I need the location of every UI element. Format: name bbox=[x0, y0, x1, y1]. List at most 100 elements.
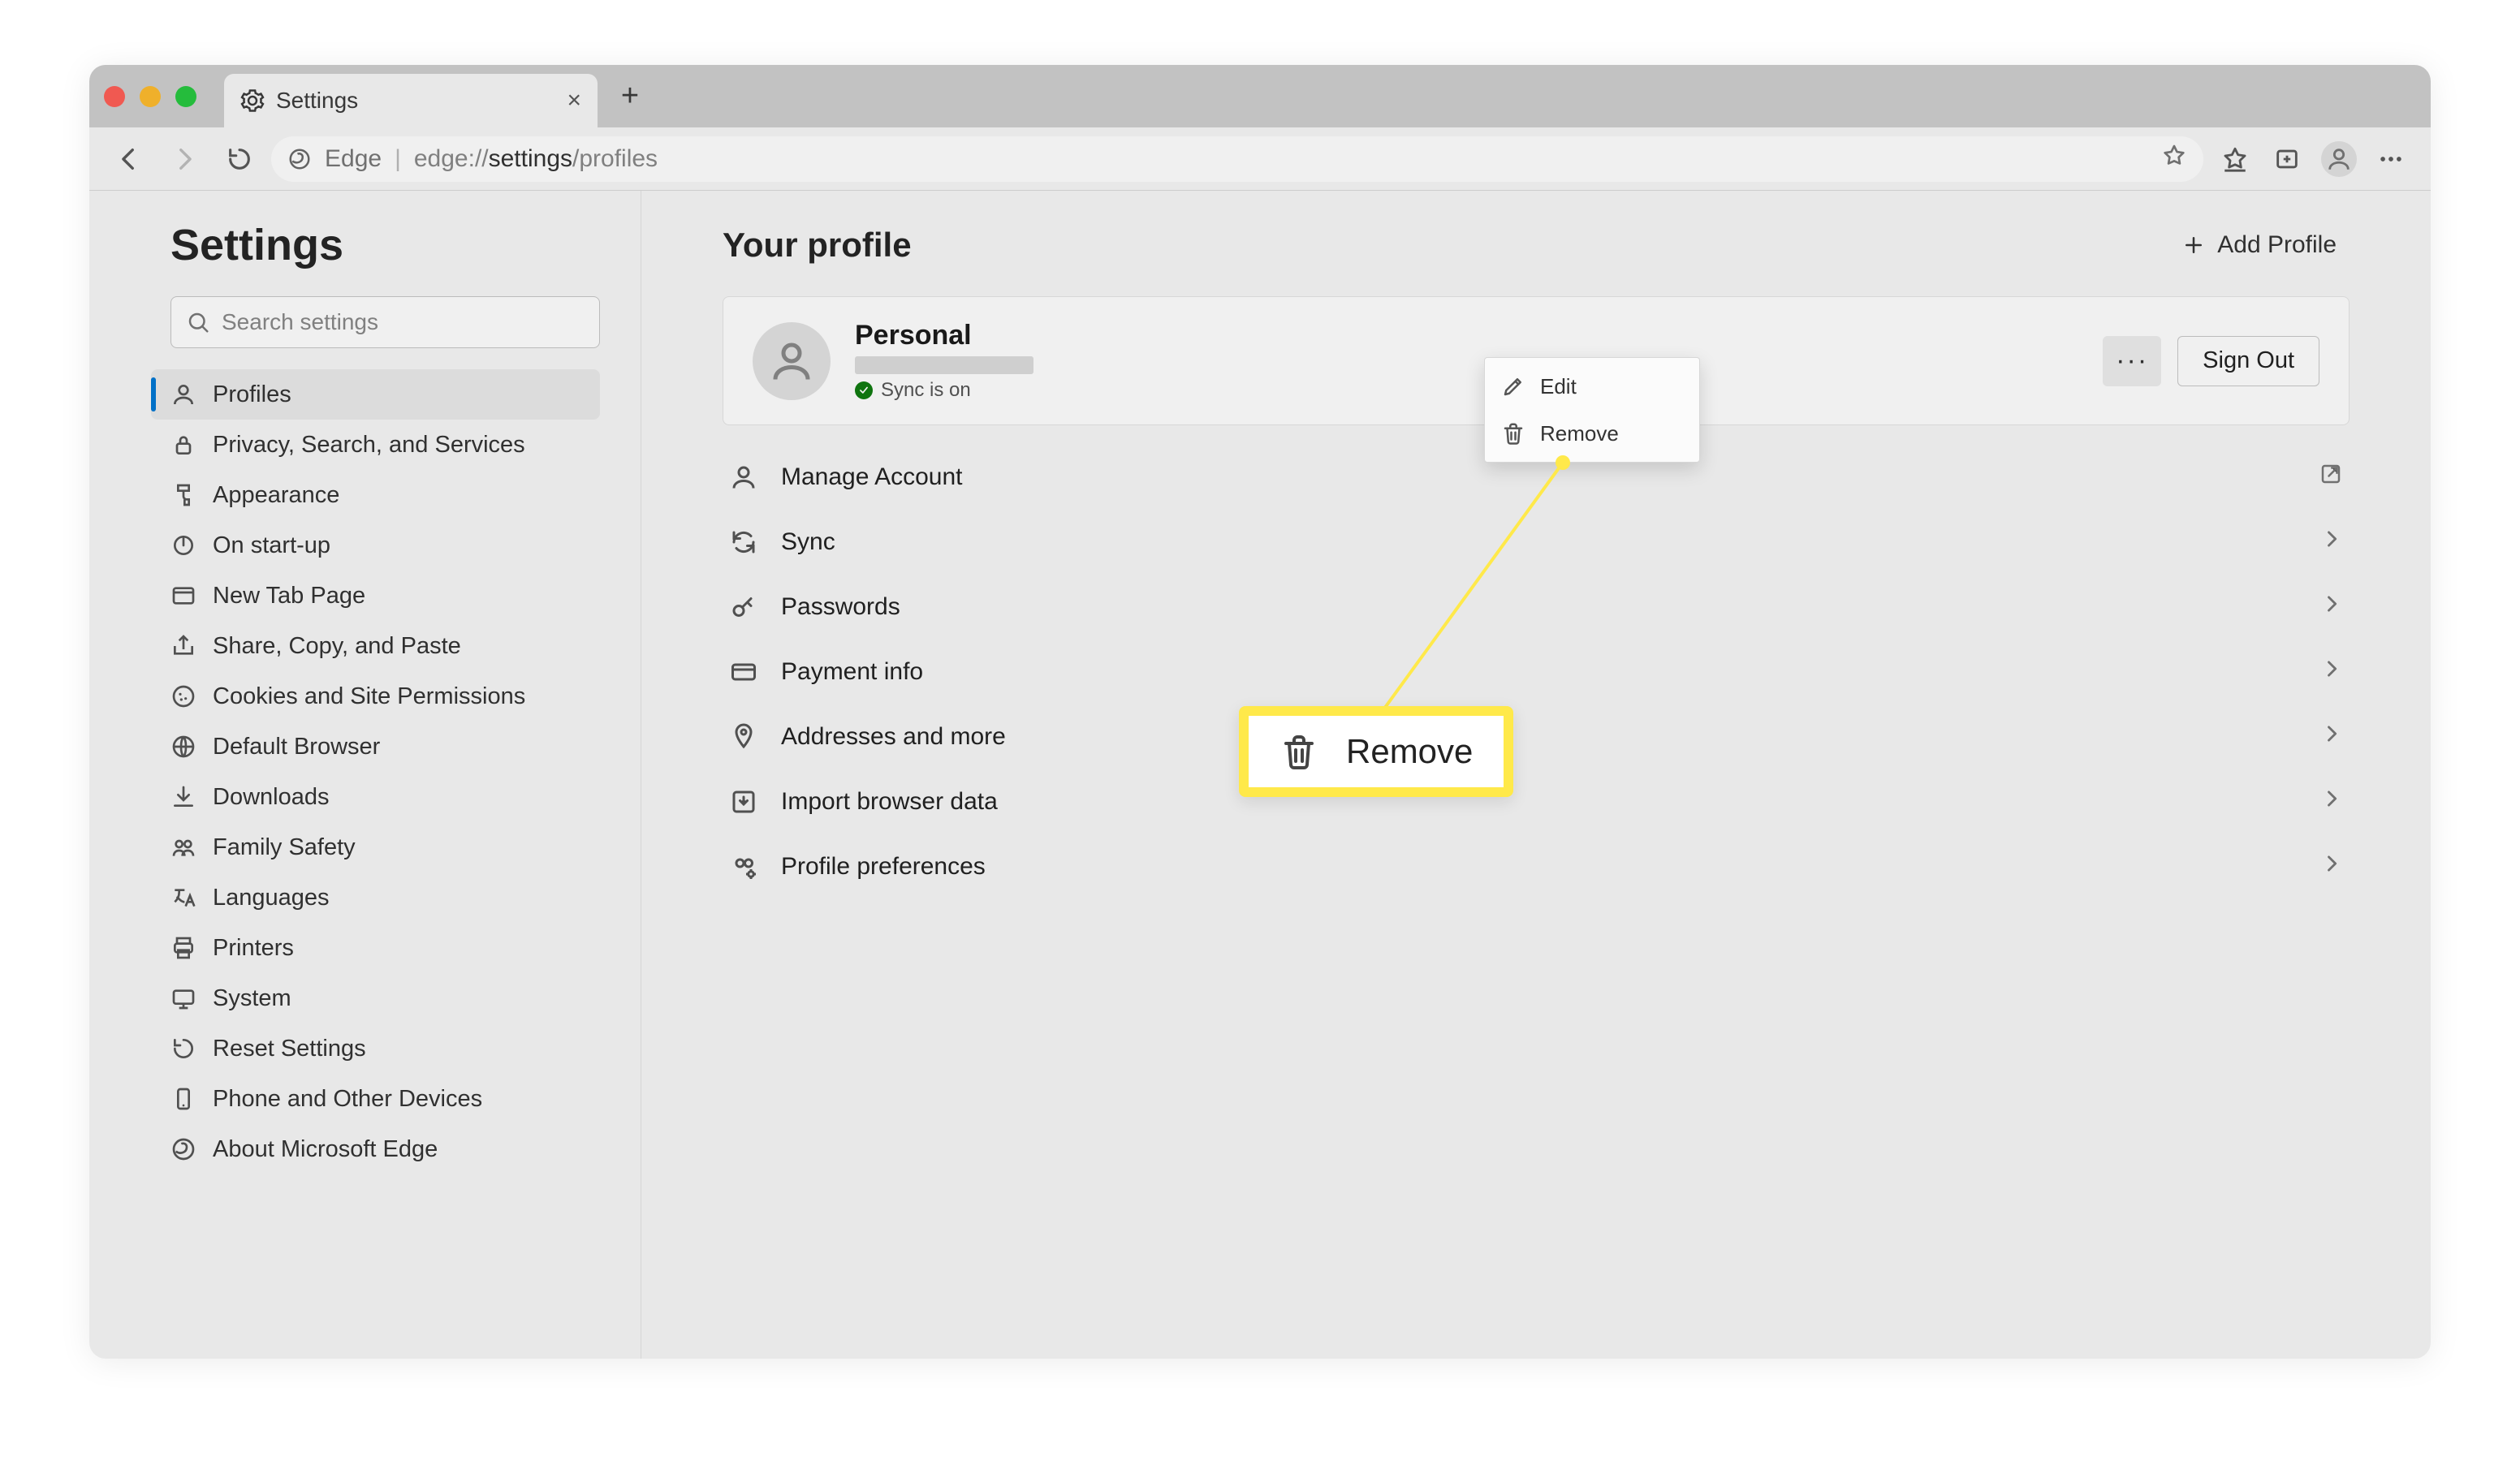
sidebar-item-label: Cookies and Site Permissions bbox=[213, 683, 525, 710]
sidebar-item-label: Reset Settings bbox=[213, 1036, 366, 1062]
sidebar-item-label: About Microsoft Edge bbox=[213, 1136, 438, 1163]
new-tab-icon bbox=[170, 583, 196, 609]
sidebar-item-label: Share, Copy, and Paste bbox=[213, 633, 461, 660]
window-controls bbox=[104, 86, 196, 107]
sync-icon bbox=[729, 528, 758, 557]
ctx-edit[interactable]: Edit bbox=[1490, 363, 1694, 410]
sidebar-item-languages[interactable]: Languages bbox=[151, 872, 600, 923]
annotation-callout-remove: Remove bbox=[1239, 706, 1513, 797]
profile-row-profile-preferences[interactable]: Profile preferences bbox=[723, 834, 2350, 899]
collections-button[interactable] bbox=[2263, 136, 2311, 183]
sidebar-item-phone[interactable]: Phone and Other Devices bbox=[151, 1074, 600, 1124]
cookies-icon bbox=[170, 683, 196, 709]
ctx-remove[interactable]: Remove bbox=[1490, 410, 1694, 457]
sidebar-item-label: On start-up bbox=[213, 532, 330, 559]
settings-search-input[interactable] bbox=[222, 309, 585, 335]
sidebar-item-label: Privacy, Search, and Services bbox=[213, 432, 525, 459]
manage-account-icon bbox=[729, 463, 758, 492]
sidebar-item-label: Downloads bbox=[213, 784, 329, 811]
import-browser-data-icon bbox=[729, 787, 758, 816]
tab-close-icon[interactable]: × bbox=[567, 87, 581, 114]
sidebar-item-share[interactable]: Share, Copy, and Paste bbox=[151, 621, 600, 671]
sidebar-item-label: System bbox=[213, 985, 291, 1012]
tab-strip: Settings × + bbox=[89, 65, 2431, 127]
sidebar-item-reset[interactable]: Reset Settings bbox=[151, 1023, 600, 1074]
default-browser-icon bbox=[170, 734, 196, 760]
profile-avatar bbox=[753, 322, 831, 400]
profile-context-menu: Edit Remove bbox=[1484, 357, 1700, 463]
menu-button[interactable] bbox=[2367, 136, 2414, 183]
trash-icon bbox=[1279, 732, 1318, 771]
sidebar-item-label: Printers bbox=[213, 935, 294, 962]
window-maximize[interactable] bbox=[175, 86, 196, 107]
sidebar-item-profiles[interactable]: Profiles bbox=[151, 369, 600, 420]
phone-icon bbox=[170, 1086, 196, 1112]
family-icon bbox=[170, 834, 196, 860]
sidebar-item-label: New Tab Page bbox=[213, 583, 365, 610]
address-bar[interactable]: Edge | edge://settings/profiles bbox=[271, 136, 2203, 182]
sidebar-item-about[interactable]: About Microsoft Edge bbox=[151, 1124, 600, 1174]
reload-icon bbox=[226, 145, 253, 173]
sidebar-item-system[interactable]: System bbox=[151, 973, 600, 1023]
add-profile-button[interactable]: Add Profile bbox=[2168, 223, 2350, 267]
sidebar-item-default-browser[interactable]: Default Browser bbox=[151, 722, 600, 772]
share-icon bbox=[170, 633, 196, 659]
sidebar-item-new-tab[interactable]: New Tab Page bbox=[151, 571, 600, 621]
new-tab-button[interactable]: + bbox=[612, 79, 648, 114]
chevron-right-icon bbox=[2320, 787, 2343, 816]
forward-button[interactable] bbox=[161, 136, 208, 183]
pencil-icon bbox=[1501, 374, 1525, 398]
sidebar-item-downloads[interactable]: Downloads bbox=[151, 772, 600, 822]
tab-settings[interactable]: Settings × bbox=[224, 74, 598, 127]
profile-avatar-button[interactable] bbox=[2315, 136, 2362, 183]
tab-title: Settings bbox=[276, 88, 358, 114]
back-icon bbox=[115, 145, 143, 173]
sidebar-item-printers[interactable]: Printers bbox=[151, 923, 600, 973]
passwords-icon bbox=[729, 592, 758, 622]
sign-out-button[interactable]: Sign Out bbox=[2177, 336, 2319, 386]
profile-row-payment-info[interactable]: Payment info bbox=[723, 640, 2350, 704]
sidebar-item-label: Family Safety bbox=[213, 834, 356, 861]
sidebar-item-appearance[interactable]: Appearance bbox=[151, 470, 600, 520]
profile-email-redacted bbox=[855, 356, 1033, 374]
sidebar-item-startup[interactable]: On start-up bbox=[151, 520, 600, 571]
forward-icon bbox=[170, 145, 198, 173]
toolbar: Edge | edge://settings/profiles bbox=[89, 127, 2431, 191]
window-close[interactable] bbox=[104, 86, 125, 107]
address-brand: Edge bbox=[325, 145, 382, 173]
system-icon bbox=[170, 985, 196, 1011]
address-url: edge://settings/profiles bbox=[414, 145, 658, 173]
more-icon bbox=[2377, 145, 2405, 173]
profile-name: Personal bbox=[855, 320, 1033, 351]
chevron-right-icon bbox=[2320, 592, 2343, 622]
profile-row-label: Manage Account bbox=[781, 463, 963, 491]
addresses-icon bbox=[729, 722, 758, 752]
profile-row-import-browser-data[interactable]: Import browser data bbox=[723, 769, 2350, 834]
profile-row-sync[interactable]: Sync bbox=[723, 510, 2350, 575]
profile-row-label: Import browser data bbox=[781, 788, 998, 816]
sidebar-item-label: Languages bbox=[213, 885, 330, 911]
profile-row-passwords[interactable]: Passwords bbox=[723, 575, 2350, 640]
sidebar-item-family[interactable]: Family Safety bbox=[151, 822, 600, 872]
favorites-button[interactable] bbox=[2211, 136, 2259, 183]
about-icon bbox=[170, 1136, 196, 1162]
your-profile-heading: Your profile bbox=[723, 226, 912, 265]
reload-button[interactable] bbox=[216, 136, 263, 183]
person-icon bbox=[2325, 145, 2353, 173]
profile-row-addresses[interactable]: Addresses and more bbox=[723, 704, 2350, 769]
profile-row-label: Passwords bbox=[781, 593, 900, 621]
profile-row-label: Profile preferences bbox=[781, 853, 986, 881]
sidebar-item-privacy[interactable]: Privacy, Search, and Services bbox=[151, 420, 600, 470]
sidebar-item-label: Default Browser bbox=[213, 734, 380, 760]
profile-more-button[interactable]: ··· bbox=[2103, 336, 2161, 386]
back-button[interactable] bbox=[106, 136, 153, 183]
sidebar-item-cookies[interactable]: Cookies and Site Permissions bbox=[151, 671, 600, 722]
star-icon bbox=[2161, 143, 2187, 169]
favorites-icon bbox=[2221, 145, 2249, 173]
bookmark-button[interactable] bbox=[2161, 143, 2187, 175]
settings-search[interactable] bbox=[170, 296, 600, 348]
payment-info-icon bbox=[729, 657, 758, 687]
printers-icon bbox=[170, 935, 196, 961]
privacy-icon bbox=[170, 432, 196, 458]
window-minimize[interactable] bbox=[140, 86, 161, 107]
